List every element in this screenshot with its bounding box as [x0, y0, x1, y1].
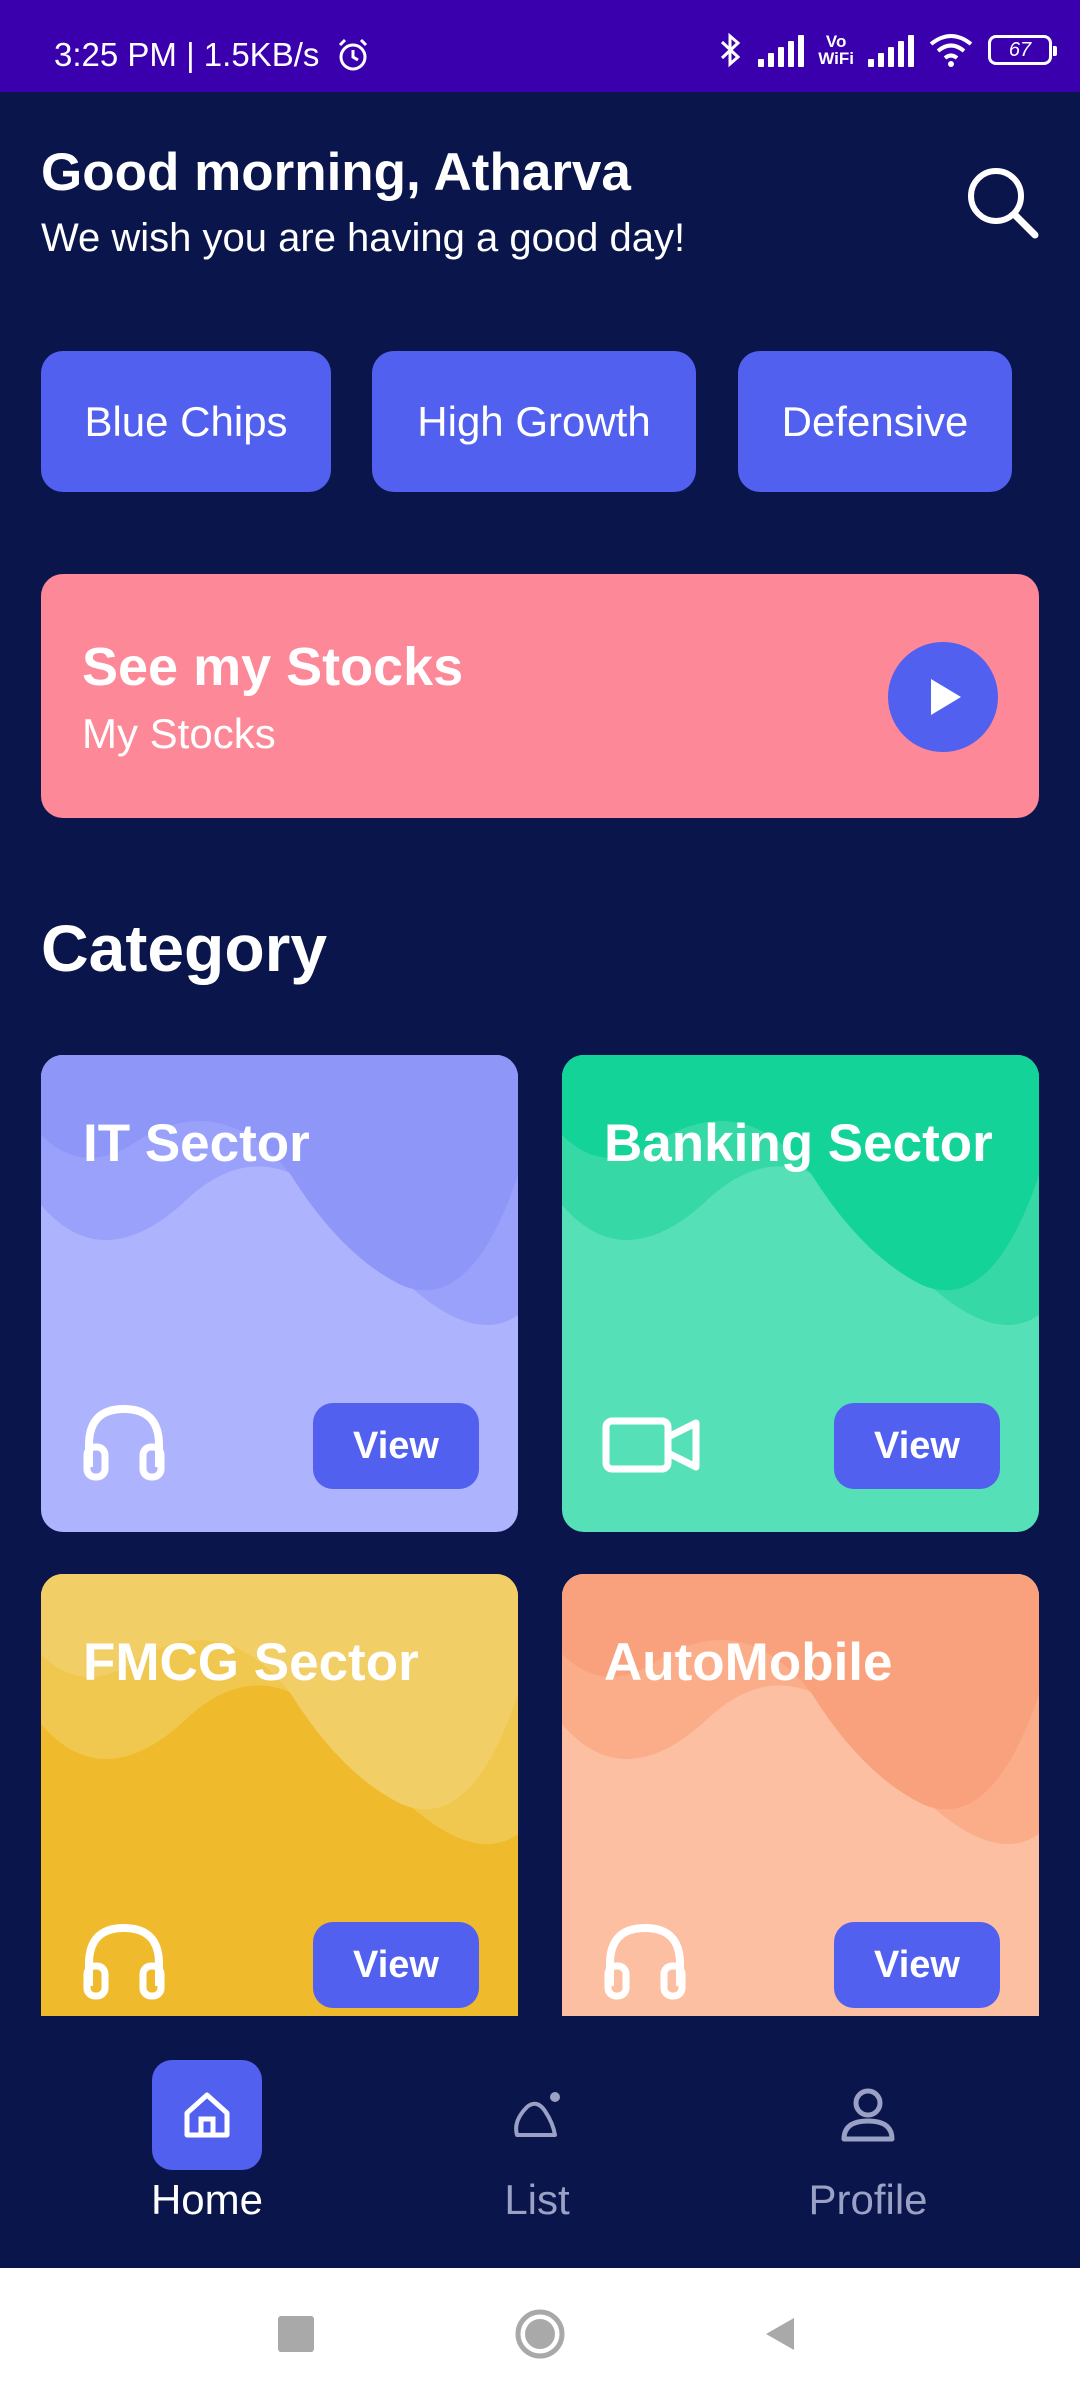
battery-icon: 67	[988, 35, 1057, 65]
nav-home-highlight	[152, 2060, 262, 2170]
category-grid: IT Sector View Banking Sector View FMCG …	[0, 1050, 1080, 2018]
my-stocks-title: See my Stocks	[82, 637, 464, 697]
signal-icon	[758, 33, 805, 67]
category-card-it[interactable]: IT Sector View	[41, 1055, 518, 1532]
greeting-title: Good morning, Atharva	[41, 143, 631, 202]
signal-icon-2	[868, 33, 914, 67]
bluetooth-icon	[721, 32, 741, 68]
battery-level: 67	[1008, 38, 1032, 61]
card-title: Banking Sector	[604, 1114, 993, 1173]
nav-label-list: List	[504, 2176, 570, 2223]
greeting-subtitle: We wish you are having a good day!	[41, 216, 686, 260]
category-card-banking[interactable]: Banking Sector View	[562, 1055, 1039, 1532]
home-icon	[184, 2092, 230, 2138]
status-time: 3:25 PM | 1.5KB/s	[54, 36, 320, 73]
recents-button[interactable]	[278, 2316, 314, 2352]
alarm-icon	[338, 38, 368, 71]
headphones-icon	[83, 1404, 165, 1481]
nav-item-home[interactable]: Home	[107, 2060, 307, 2224]
nav-label-home: Home	[150, 2176, 264, 2223]
headphones-icon	[604, 1923, 686, 2000]
nav-label-profile: Profile	[808, 2176, 928, 2223]
list-icon	[514, 2092, 560, 2137]
status-icons: Vo WiFi 67	[718, 30, 1057, 70]
play-button[interactable]	[888, 642, 998, 752]
back-button[interactable]	[760, 2314, 800, 2354]
video-camera-icon	[602, 1417, 700, 1473]
view-button[interactable]: View	[313, 1403, 479, 1489]
view-button[interactable]: View	[313, 1922, 479, 2008]
nav-profile-icon-wrap	[813, 2060, 923, 2170]
home-button[interactable]	[514, 2308, 566, 2360]
headphones-icon	[83, 1923, 165, 2000]
card-title: AutoMobile	[604, 1633, 893, 1692]
category-heading: Category	[41, 911, 328, 985]
my-stocks-subtitle: My Stocks	[82, 710, 276, 757]
chip-blue-chips[interactable]: Blue Chips	[41, 351, 331, 492]
wifi-icon	[929, 34, 973, 67]
vowifi-bottom: WiFi	[818, 49, 854, 68]
vowifi-top: Vo	[825, 32, 847, 51]
category-card-automobile[interactable]: AutoMobile View	[562, 1574, 1039, 2018]
play-icon	[931, 679, 961, 715]
view-button[interactable]: View	[834, 1922, 1000, 2008]
chip-high-growth[interactable]: High Growth	[372, 351, 696, 492]
search-icon[interactable]	[960, 160, 1044, 244]
profile-icon	[841, 2088, 895, 2142]
vowifi-indicator: Vo WiFi	[818, 33, 854, 67]
card-title: IT Sector	[83, 1114, 310, 1173]
nav-item-profile[interactable]: Profile	[768, 2060, 968, 2224]
chip-defensive[interactable]: Defensive	[738, 351, 1012, 492]
view-button[interactable]: View	[834, 1403, 1000, 1489]
card-title: FMCG Sector	[83, 1633, 419, 1692]
nav-list-icon-wrap	[482, 2060, 592, 2170]
nav-item-list[interactable]: List	[437, 2060, 637, 2224]
category-card-fmcg[interactable]: FMCG Sector View	[41, 1574, 518, 2018]
